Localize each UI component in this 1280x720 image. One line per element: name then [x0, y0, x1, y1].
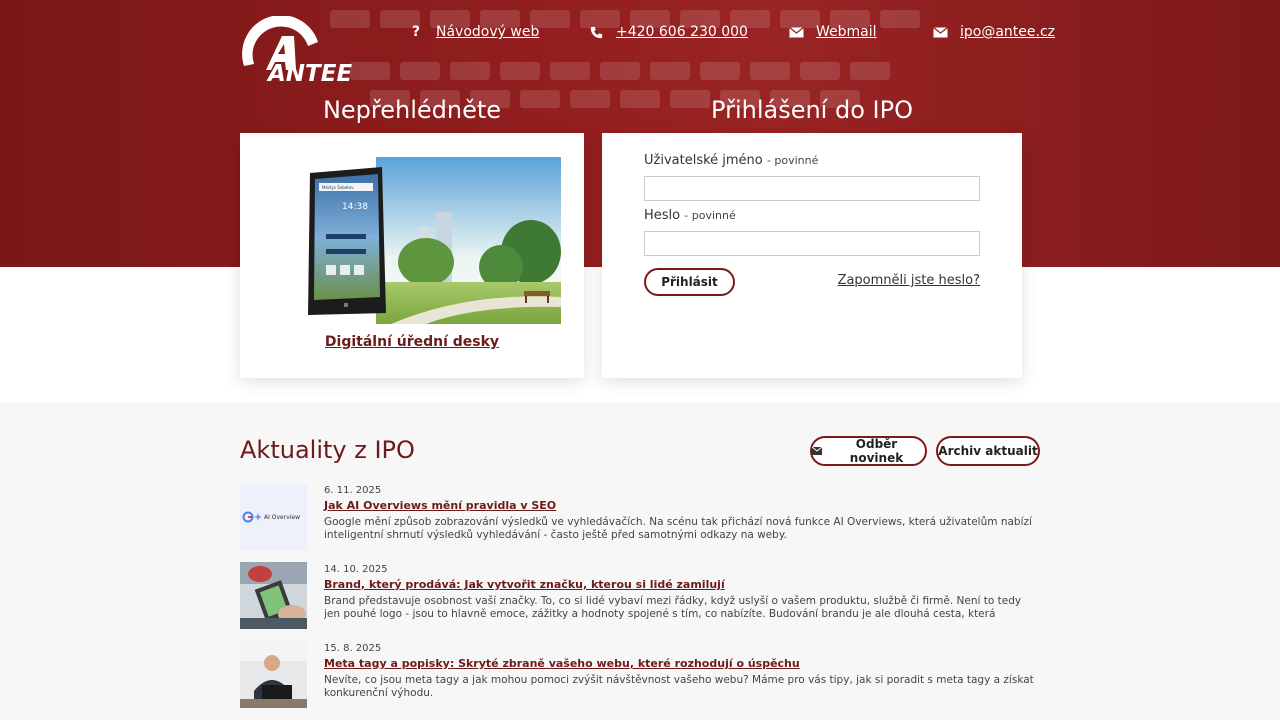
- login-panel: Uživatelské jméno - povinné Heslo - povi…: [602, 133, 1022, 378]
- password-label-text: Heslo: [644, 208, 681, 223]
- news-section-title: Aktuality z IPO: [240, 436, 415, 464]
- username-label-text: Uživatelské jméno: [644, 153, 763, 168]
- news-thumbnail-ai-overview[interactable]: AI Overview: [240, 483, 307, 550]
- promo-title: Nepřehlédněte: [322, 96, 502, 124]
- password-required-text: - povinné: [684, 209, 736, 222]
- news-excerpt: Nevíte, co jsou meta tagy a jak mohou po…: [324, 674, 1034, 699]
- news-excerpt: Google mění způsob zobrazování výsledků …: [324, 516, 1032, 541]
- subscribe-button[interactable]: Odběr novinek: [810, 436, 927, 466]
- news-item: AI Overview 6. 11. 2025 Jak AI Overviews…: [240, 483, 1040, 562]
- nav-help[interactable]: ? Návodový web: [408, 24, 539, 40]
- news-item: 14. 10. 2025 Brand, který prodává: Jak v…: [240, 562, 1040, 641]
- news-thumbnail-brand[interactable]: [240, 562, 307, 629]
- thumb-label-text: AI Overview: [264, 514, 300, 521]
- promo-panel: Městys Šebetov 14:38 Digitální úřední de…: [240, 133, 584, 378]
- nav-webmail[interactable]: Webmail: [788, 24, 877, 40]
- login-title: Přihlášení do IPO: [711, 96, 913, 124]
- password-input[interactable]: [644, 231, 980, 256]
- username-required-text: - povinné: [766, 154, 819, 167]
- tablet-time-text: 14:38: [342, 202, 368, 212]
- phone-icon: [588, 24, 604, 40]
- news-date: 14. 10. 2025: [324, 564, 388, 575]
- username-label: Uživatelské jméno - povinné: [644, 153, 818, 168]
- login-button[interactable]: Přihlásit: [644, 268, 735, 296]
- mail-icon: [788, 24, 804, 40]
- password-label: Heslo - povinné: [644, 208, 736, 223]
- subscribe-button-label: Odběr novinek: [849, 437, 904, 465]
- nav-webmail-link[interactable]: Webmail: [816, 24, 877, 40]
- news-list: AI Overview 6. 11. 2025 Jak AI Overviews…: [240, 483, 1040, 720]
- news-headline-link[interactable]: Meta tagy a popisky: Skryté zbraně vašeh…: [324, 657, 1040, 670]
- nav-email[interactable]: ipo@antee.cz: [932, 24, 1055, 40]
- archive-button[interactable]: Archiv aktualit: [936, 436, 1040, 466]
- nav-email-link[interactable]: ipo@antee.cz: [960, 24, 1055, 40]
- digital-boards-link[interactable]: Digitální úřední desky: [240, 334, 584, 350]
- nav-help-link[interactable]: Návodový web: [436, 24, 539, 40]
- news-thumbnail-meta-tags[interactable]: [240, 641, 307, 708]
- nav-phone-link[interactable]: +420 606 230 000: [616, 24, 748, 40]
- mail-icon: [932, 24, 948, 40]
- top-navigation: ? Návodový web +420 606 230 000 Webmail …: [400, 24, 1055, 48]
- news-item: 15. 8. 2025 Meta tagy a popisky: Skryté …: [240, 641, 1040, 720]
- digital-board-image[interactable]: Městys Šebetov 14:38: [306, 157, 561, 324]
- news-headline-link[interactable]: Brand, který prodává: Jak vytvořit značk…: [324, 578, 1040, 591]
- news-date: 6. 11. 2025: [324, 485, 382, 496]
- news-date: 15. 8. 2025: [324, 643, 382, 654]
- news-headline-link[interactable]: Jak AI Overviews mění pravidla v SEO: [324, 499, 1040, 512]
- question-icon: ?: [411, 24, 421, 40]
- mail-icon: [811, 444, 823, 458]
- antee-logo[interactable]: ANTEE: [240, 15, 352, 87]
- forgot-password-link[interactable]: Zapomněli jste heslo?: [838, 273, 980, 288]
- news-excerpt: Brand představuje osobnost vaší značky. …: [324, 595, 1022, 620]
- tablet-header-text: Městys Šebetov: [322, 185, 354, 190]
- nav-phone[interactable]: +420 606 230 000: [588, 24, 748, 40]
- logo-text: ANTEE: [266, 61, 352, 84]
- username-input[interactable]: [644, 176, 980, 201]
